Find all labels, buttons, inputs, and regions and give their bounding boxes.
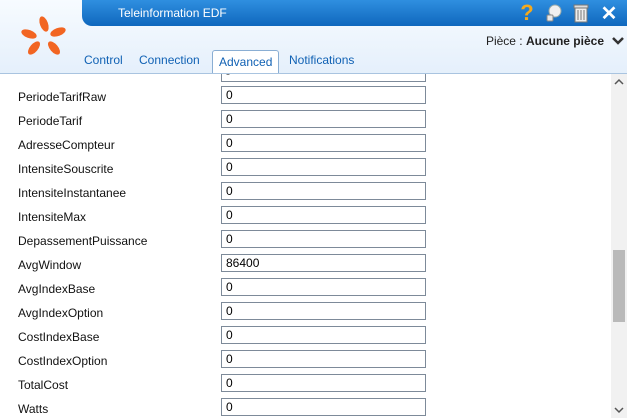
field-input[interactable] [221, 350, 426, 368]
field-input[interactable] [221, 110, 426, 128]
piece-label: Pièce : [485, 34, 523, 48]
field-label: PeriodeTarif [18, 114, 83, 128]
edf-logo-icon [21, 16, 66, 55]
form-row: TotalCost [0, 372, 611, 396]
tab-advanced[interactable]: Advanced [212, 50, 280, 75]
plugin-icon[interactable] [543, 2, 565, 24]
scroll-up-arrow-icon[interactable] [611, 74, 627, 90]
field-label: CostIndexOption [18, 354, 108, 368]
field-label: AvgIndexBase [18, 282, 96, 296]
field-input[interactable] [221, 182, 426, 200]
title-bar: Teleinformation EDF ? ✕ [82, 0, 627, 26]
field-input[interactable] [221, 374, 426, 392]
field-label: AvgIndexOption [18, 306, 104, 320]
window-title: Teleinformation EDF [118, 6, 227, 20]
field-label: IntensiteInstantanee [18, 186, 127, 200]
field-label: AdresseCompteur [18, 138, 115, 152]
form-row: AvgWindow [0, 252, 611, 276]
field-input[interactable] [221, 206, 426, 224]
form-row: AvgIndexOption [0, 300, 611, 324]
field-input[interactable] [221, 86, 426, 104]
form-row: AvgIndexBase [0, 276, 611, 300]
form-row: PeriodeTarif [0, 108, 611, 132]
field-label: DepassementPuissance [18, 234, 148, 248]
advanced-form: PeriodeTarifRaw PeriodeTarif AdresseComp… [0, 74, 611, 418]
field-label: Watts [18, 402, 49, 416]
tab-connection[interactable]: Connection [133, 50, 206, 70]
piece-indicator: Pièce : Aucune pièce [486, 34, 604, 48]
field-label: PeriodeTarifRaw [18, 90, 107, 104]
field-label: IntensiteMax [18, 210, 87, 224]
scroll-down-arrow-icon[interactable] [611, 402, 627, 418]
form-row: PeriodeTarifRaw [0, 84, 611, 108]
form-row: AdresseCompteur [0, 132, 611, 156]
field-label: IntensiteSouscrite [18, 162, 114, 176]
field-input[interactable] [221, 134, 426, 152]
field-input[interactable] [221, 158, 426, 176]
piece-value: Aucune pièce [525, 34, 604, 48]
form-row: IntensiteMax [0, 204, 611, 228]
field-input[interactable] [221, 230, 426, 248]
form-row: Watts [0, 396, 611, 418]
field-input[interactable] [221, 278, 426, 296]
chevron-down-icon[interactable] [612, 35, 624, 47]
window-header: Teleinformation EDF ? ✕ Pièce : Aucune p… [0, 0, 627, 76]
field-label: TotalCost [18, 378, 69, 392]
field-input[interactable] [221, 74, 426, 82]
tab-notifications[interactable]: Notifications [283, 50, 360, 70]
field-label: CostIndexBase [18, 330, 100, 344]
field-label: AvgWindow [18, 258, 82, 272]
form-row: CostIndexBase [0, 324, 611, 348]
field-input[interactable] [221, 398, 426, 416]
trash-icon[interactable] [570, 2, 592, 24]
tab-control[interactable]: Control [78, 50, 129, 70]
help-icon[interactable]: ? [516, 0, 538, 25]
form-row: CostIndexOption [0, 348, 611, 372]
vertical-scrollbar[interactable] [611, 74, 627, 418]
field-input[interactable] [221, 302, 426, 320]
scrollbar-thumb[interactable] [613, 250, 625, 322]
form-row: IntensiteSouscrite [0, 156, 611, 180]
form-row: DepassementPuissance [0, 228, 611, 252]
form-row: IntensiteInstantanee [0, 180, 611, 204]
field-input[interactable] [221, 254, 426, 272]
field-input[interactable] [221, 326, 426, 344]
close-icon[interactable]: ✕ [598, 2, 620, 25]
